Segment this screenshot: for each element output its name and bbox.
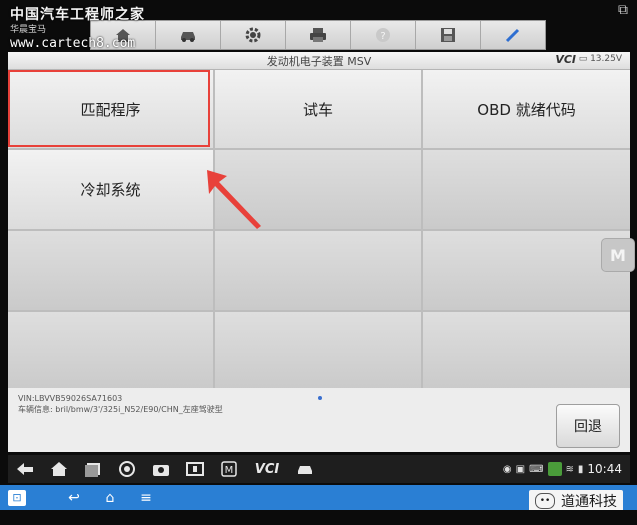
edit-button[interactable] bbox=[481, 21, 545, 49]
menu-item-adaptation[interactable]: 匹配程序 bbox=[8, 70, 213, 148]
brand-name: 道通科技 bbox=[561, 494, 617, 510]
grid-cell-empty bbox=[215, 231, 421, 310]
print-button[interactable] bbox=[286, 21, 351, 49]
watermark-title: 中国汽车工程师之家 bbox=[10, 7, 145, 23]
back-nav-icon[interactable] bbox=[8, 455, 42, 483]
grid-cell-empty bbox=[423, 312, 630, 390]
brand-badge: •• 道通科技 bbox=[529, 490, 623, 512]
remote-app-icon[interactable]: ⊡ bbox=[8, 489, 26, 506]
battery-value: 13.25V bbox=[590, 54, 622, 64]
gear-icon bbox=[245, 27, 261, 43]
car-icon bbox=[181, 32, 195, 42]
menu-item-obd-readiness[interactable]: OBD 就绪代码 bbox=[423, 70, 630, 148]
watermark-url: www.cartech8.com bbox=[10, 36, 136, 51]
svg-text:?: ? bbox=[380, 31, 385, 42]
m-app-icon[interactable]: M bbox=[212, 455, 246, 483]
vehicle-button[interactable] bbox=[156, 21, 221, 49]
floating-m-button[interactable]: M bbox=[601, 238, 635, 272]
pen-icon bbox=[505, 28, 520, 43]
keyboard-icon: ⌨ bbox=[529, 463, 544, 475]
save-icon bbox=[441, 28, 455, 42]
grid-cell-empty bbox=[8, 231, 213, 310]
chrome-icon[interactable] bbox=[110, 455, 144, 483]
wifi-icon: ≋ bbox=[565, 463, 574, 475]
grid-cell-empty bbox=[215, 312, 421, 390]
back-button[interactable]: 回退 bbox=[556, 404, 620, 448]
function-grid: 匹配程序 试车 OBD 就绪代码 冷却系统 bbox=[8, 70, 630, 390]
car-app-icon[interactable] bbox=[288, 455, 322, 483]
svg-text:M: M bbox=[225, 465, 234, 476]
battery-voltage: ▭ 13.25V bbox=[578, 54, 622, 64]
camera-icon[interactable] bbox=[144, 455, 178, 483]
menu-item-cooling-system[interactable]: 冷却系统 bbox=[8, 150, 213, 229]
settings-button[interactable] bbox=[221, 21, 286, 49]
grid-cell-empty bbox=[423, 231, 630, 310]
android-navigation-bar: M VCI ◉ ▣ ⌨ ≋ ▮ 10:44 bbox=[8, 455, 630, 483]
app-notification-icon bbox=[547, 462, 562, 476]
help-icon: ? bbox=[376, 28, 390, 42]
page-indicator-dot bbox=[318, 396, 322, 400]
watermark: 中国汽车工程师之家 华晨宝马 www.cartech8.com bbox=[10, 4, 145, 51]
save-button[interactable] bbox=[416, 21, 481, 49]
screen-icon: ▣ bbox=[515, 463, 526, 475]
vehicle-info-panel: VIN:LBVVB59026SA71603 车辆信息: bril/bmw/3'/… bbox=[8, 388, 630, 452]
grid-cell-empty bbox=[423, 150, 630, 229]
home-nav-icon[interactable] bbox=[42, 455, 76, 483]
eye-icon: ◉ bbox=[502, 463, 512, 475]
printer-icon bbox=[310, 28, 326, 42]
bottom-strip bbox=[0, 510, 637, 525]
help-button[interactable]: ? bbox=[351, 21, 416, 49]
screen-share-icon[interactable] bbox=[178, 455, 212, 483]
battery-icon: ▮ bbox=[577, 463, 584, 475]
vci-status: VCI bbox=[555, 53, 576, 66]
pointer-arrow-icon bbox=[207, 170, 261, 229]
host-home-icon[interactable]: ⌂ bbox=[92, 485, 128, 510]
external-link-icon[interactable]: ⧉ bbox=[615, 2, 631, 18]
host-menu-icon[interactable]: ≡ bbox=[128, 485, 164, 510]
grid-cell-empty bbox=[8, 312, 213, 390]
page-title: 发动机电子装置 MSV bbox=[266, 55, 372, 68]
vci-app[interactable]: VCI bbox=[246, 455, 288, 483]
app-window: ⧉ 中国汽车工程师之家 华晨宝马 www.cartech8.com ? 发动机电… bbox=[0, 0, 637, 525]
toolbar: ? bbox=[90, 20, 546, 50]
menu-item-test-drive[interactable]: 试车 bbox=[215, 70, 421, 148]
host-back-icon[interactable]: ↩ bbox=[56, 485, 92, 510]
status-icons: ◉ ▣ ⌨ ≋ ▮ bbox=[502, 462, 584, 476]
status-bar: 发动机电子装置 MSV VCI ▭ 13.25V bbox=[8, 52, 630, 70]
wechat-icon: •• bbox=[535, 493, 555, 509]
vehicle-info-text: 车辆信息: bril/bmw/3'/325i_N52/E90/CHN_左座驾驶型 bbox=[18, 405, 223, 414]
vin-text: VIN:LBVVB59026SA71603 bbox=[18, 394, 123, 403]
clock: 10:44 bbox=[587, 462, 622, 476]
recent-apps-icon[interactable] bbox=[76, 455, 110, 483]
